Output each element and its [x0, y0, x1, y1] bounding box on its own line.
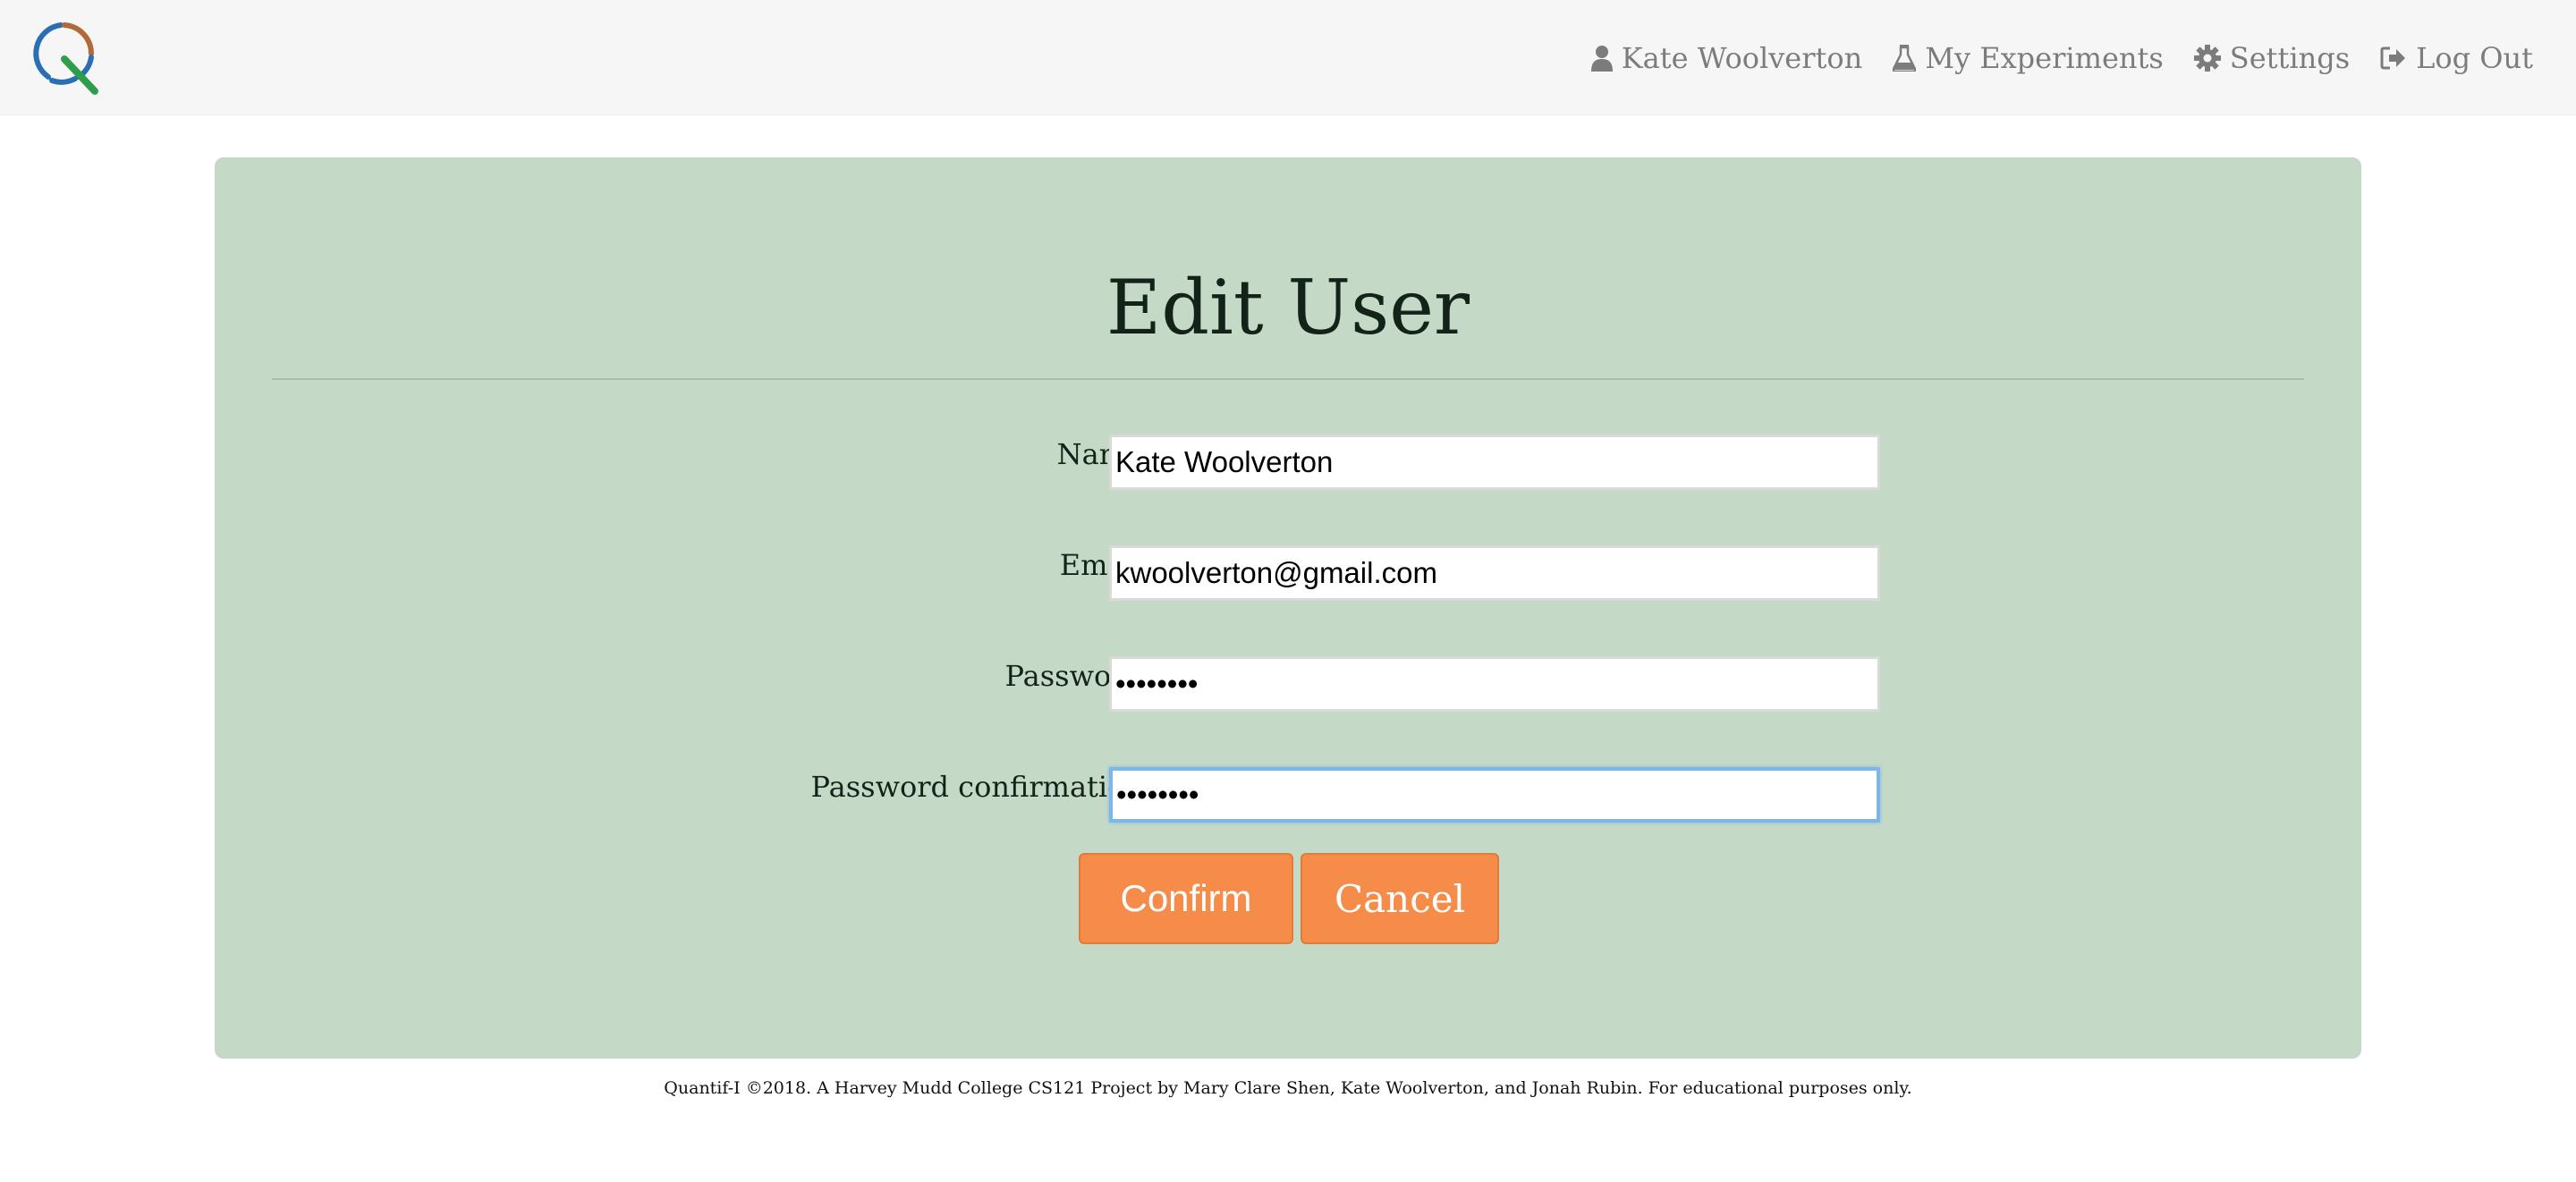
nav-log-out-link[interactable]: Log Out — [2380, 41, 2533, 75]
footer-text: Quantif-I ©2018. A Harvey Mudd College C… — [664, 1078, 1912, 1098]
page-title: Edit User — [1106, 264, 1470, 351]
password-field[interactable] — [1109, 656, 1880, 712]
edit-user-panel: Edit User Name Email Password Password c… — [215, 157, 2361, 1059]
sign-out-icon — [2380, 46, 2407, 71]
nav-settings-label: Settings — [2229, 40, 2351, 75]
name-field[interactable] — [1109, 435, 1880, 490]
nav-my-experiments-link[interactable]: My Experiments — [1893, 41, 2164, 75]
email-field[interactable] — [1109, 545, 1880, 601]
confirm-button[interactable]: Confirm — [1079, 853, 1293, 944]
password-confirmation-row: Password confirmation — [215, 767, 2361, 823]
nav-user-label: Kate Woolverton — [1621, 40, 1863, 75]
nav-user-link[interactable]: Kate Woolverton — [1590, 40, 1863, 75]
quantif-i-logo-icon[interactable] — [25, 18, 104, 97]
nav-links: Kate Woolverton My Experiments Settings … — [1590, 0, 2533, 115]
password-row: Password — [215, 656, 2361, 712]
password-confirmation-field[interactable] — [1109, 767, 1880, 823]
gear-icon — [2193, 44, 2221, 72]
nav-log-out-label: Log Out — [2416, 40, 2533, 75]
title-divider — [272, 378, 2304, 380]
nav-settings-link[interactable]: Settings — [2193, 40, 2351, 75]
email-row: Email — [215, 545, 2361, 601]
flask-icon — [1893, 44, 1917, 72]
user-icon — [1590, 45, 1613, 72]
name-row: Name — [215, 435, 2361, 490]
password-confirmation-label: Password confirmation — [810, 770, 1143, 804]
nav-my-experiments-label: My Experiments — [1925, 40, 2164, 75]
navbar: Kate Woolverton My Experiments Settings … — [0, 0, 2576, 115]
cancel-button[interactable]: Cancel — [1301, 853, 1499, 944]
